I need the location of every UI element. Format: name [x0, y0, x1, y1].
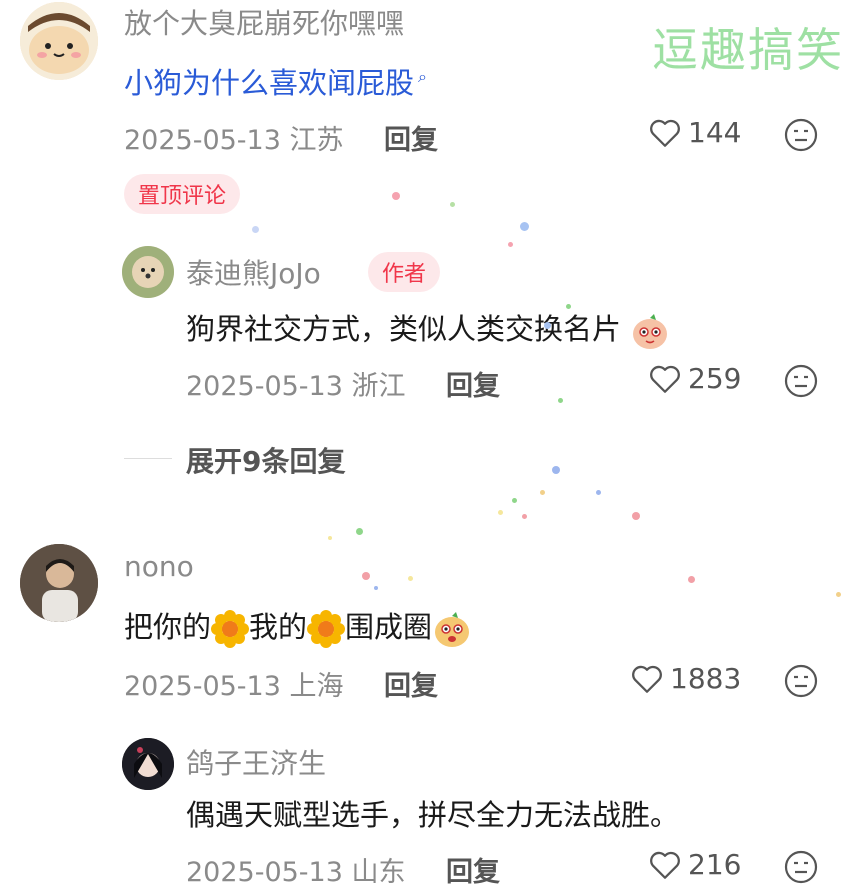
dislike-icon[interactable] [784, 364, 818, 398]
confetti-dot [512, 498, 517, 503]
avatar-image [20, 544, 98, 622]
confetti-dot [632, 512, 640, 520]
sunflower-emoji-icon [211, 610, 250, 648]
avatar[interactable] [20, 2, 98, 80]
dislike-icon[interactable] [784, 118, 818, 152]
confetti-dot [558, 398, 563, 403]
like-button[interactable]: 1883 [630, 662, 741, 695]
like-count: 259 [688, 362, 742, 395]
author-badge: 作者 [368, 252, 441, 292]
like-count: 216 [688, 848, 742, 881]
comment-text-part: 围成圈 [345, 610, 433, 644]
comment-username[interactable]: nono [124, 550, 194, 583]
confetti-dot [836, 592, 841, 597]
confetti-dot [596, 490, 601, 495]
avatar-image [20, 2, 98, 80]
comment-date-location: 2025-05-13 上海 [124, 671, 344, 702]
confetti-dot [328, 536, 332, 540]
confetti-dot [450, 202, 455, 207]
heart-icon [650, 851, 680, 879]
comment-text[interactable]: 小狗为什么喜欢闻屁股 [124, 66, 414, 100]
heart-icon [650, 365, 680, 393]
comment-text: 把你的 我的 围成圈 [124, 604, 472, 648]
confetti-dot [520, 222, 529, 231]
confetti-dot [552, 466, 560, 474]
confetti-dot [374, 586, 378, 590]
expand-replies-button[interactable]: 展开9条回复 [186, 440, 345, 480]
pinned-badge: 置顶评论 [124, 174, 241, 214]
reply-button[interactable]: 回复 [384, 664, 438, 703]
comment-date-location: 2025-05-13 浙江 [186, 371, 406, 402]
confetti-dot [252, 226, 259, 233]
search-icon[interactable]: ⌕ [418, 67, 427, 86]
comment-text: 狗界社交方式，类似人类交换名片 [186, 306, 670, 350]
like-button[interactable]: 216 [648, 848, 741, 881]
confetti-dot [508, 242, 513, 247]
avatar[interactable] [122, 738, 174, 790]
confetti-dot [566, 304, 571, 309]
dislike-icon[interactable] [784, 664, 818, 698]
reply-button[interactable]: 回复 [384, 118, 438, 157]
peach-emoji-icon [633, 314, 668, 349]
avatar-image [122, 738, 174, 790]
confetti-dot [544, 322, 551, 329]
comment-username[interactable]: 泰迪熊JoJo [186, 252, 321, 292]
confetti-dot [356, 528, 363, 535]
confetti-dot [362, 572, 370, 580]
avatar[interactable] [20, 544, 98, 622]
comment-date-location: 2025-05-13 山东 [186, 857, 406, 888]
comment-date-location: 2025-05-13 江苏 [124, 125, 344, 156]
comment-text-part: 我的 [249, 610, 308, 644]
comment-username[interactable]: 放个大臭屁崩死你嘿嘿 [124, 2, 404, 42]
comment-text-link[interactable]: 小狗为什么喜欢闻屁股 ⌕ [124, 60, 427, 102]
reply-button[interactable]: 回复 [446, 850, 500, 889]
confetti-dot [408, 576, 413, 581]
expand-divider [124, 458, 172, 459]
heart-icon [650, 119, 680, 147]
avatar[interactable] [122, 246, 174, 298]
like-button[interactable]: 259 [648, 362, 741, 395]
like-count: 144 [688, 116, 742, 149]
heart-icon [632, 665, 662, 693]
confetti-dot [540, 490, 545, 495]
confetti-dot [498, 510, 503, 515]
comment-username[interactable]: 鸽子王济生 [186, 742, 326, 782]
comment-text-body: 狗界社交方式，类似人类交换名片 [186, 312, 622, 346]
reply-button[interactable]: 回复 [446, 364, 500, 403]
avatar-image [122, 246, 174, 298]
dislike-icon[interactable] [784, 850, 818, 884]
sunflower-emoji-icon [307, 610, 346, 648]
like-button[interactable]: 144 [648, 116, 741, 149]
confetti-dot [522, 514, 527, 519]
comment-text-part: 把你的 [124, 610, 212, 644]
comment-text: 偶遇天赋型选手，拼尽全力无法战胜。 [186, 798, 680, 832]
confetti-dot [688, 576, 695, 583]
watermark: 逗趣搞笑 [652, 23, 844, 77]
confetti-dot [392, 192, 400, 200]
like-count: 1883 [670, 662, 742, 695]
peach-emoji-icon [435, 612, 470, 647]
